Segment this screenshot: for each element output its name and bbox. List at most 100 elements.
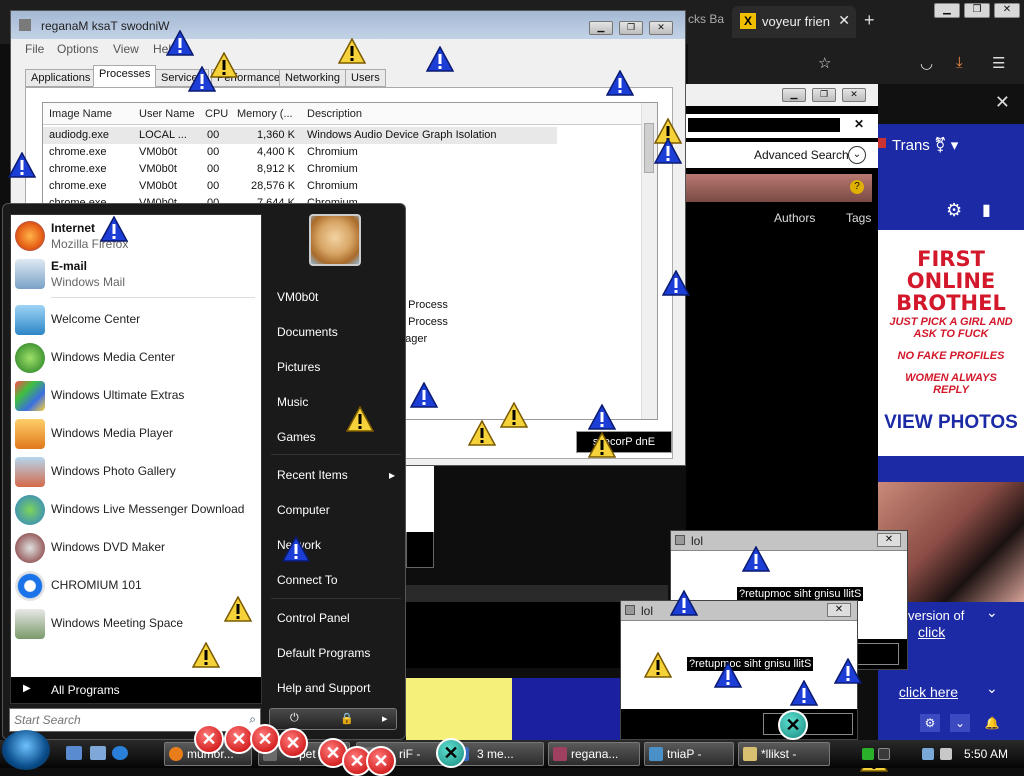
- view-photos-link[interactable]: VIEW PHOTOS: [878, 412, 1024, 434]
- column-authors[interactable]: Authors: [774, 211, 815, 225]
- tray-app-icon[interactable]: [878, 748, 890, 760]
- search-field[interactable]: ✕: [686, 114, 878, 138]
- ie-icon[interactable]: [112, 746, 128, 760]
- close-button[interactable]: ✕: [649, 21, 673, 35]
- chevron-down-icon[interactable]: ⌄: [986, 604, 998, 621]
- recent-items-link[interactable]: Recent Items: [277, 468, 395, 482]
- bell-icon[interactable]: 🔔: [982, 714, 1002, 732]
- program-item[interactable]: Windows Media Center: [11, 339, 261, 377]
- table-row[interactable]: chrome.exe VM0b0t 00 8,912 K Chromium: [43, 161, 557, 178]
- lock-icon[interactable]: 🔒: [340, 712, 354, 725]
- connect-to-link[interactable]: Connect To: [277, 573, 338, 587]
- user-avatar[interactable]: [309, 214, 361, 266]
- minimize-button[interactable]: ▁: [782, 88, 806, 102]
- start-button[interactable]: [2, 730, 50, 770]
- volume-icon[interactable]: [940, 748, 952, 760]
- show-desktop-icon[interactable]: [66, 746, 82, 760]
- music-link[interactable]: Music: [277, 395, 308, 409]
- control-panel-link[interactable]: Control Panel: [277, 611, 350, 625]
- settings-icon[interactable]: ⚙: [920, 714, 940, 732]
- power-icon[interactable]: ⏻: [290, 712, 299, 725]
- help-icon[interactable]: ?: [850, 180, 864, 194]
- computer-link[interactable]: Computer: [277, 503, 330, 517]
- browser-tab-partial[interactable]: cks Ba: [688, 12, 724, 26]
- chevron-down-icon[interactable]: ⌄: [986, 680, 998, 697]
- minimize-button[interactable]: ▁: [589, 21, 613, 35]
- program-item[interactable]: Windows Live Messenger Download: [11, 491, 261, 529]
- default-programs-link[interactable]: Default Programs: [277, 646, 370, 660]
- maximize-button[interactable]: ❐: [964, 3, 990, 18]
- media-center-icon: [15, 343, 45, 373]
- taskbar-button[interactable]: *llikst -: [738, 742, 830, 766]
- column-memory[interactable]: Memory (...: [237, 108, 293, 120]
- program-item[interactable]: Windows Ultimate Extras: [11, 377, 261, 415]
- ad-nav-label[interactable]: Trans ⚧ ▾: [892, 136, 958, 154]
- program-item[interactable]: Windows Media Player: [11, 415, 261, 453]
- close-button[interactable]: ✕: [827, 603, 851, 617]
- scrollbar-thumb[interactable]: [644, 123, 654, 173]
- search-icon[interactable]: ⌕: [249, 712, 256, 727]
- table-row[interactable]: chrome.exe VM0b0t 00 28,576 K Chromium: [43, 178, 557, 195]
- pictures-link[interactable]: Pictures: [277, 360, 320, 374]
- network-icon[interactable]: [922, 748, 934, 760]
- tab-networking[interactable]: Networking: [279, 69, 347, 87]
- bookmark-icon[interactable]: ▮: [982, 200, 991, 220]
- arrow-right-icon[interactable]: ▸: [382, 712, 388, 725]
- chevron-down-icon[interactable]: ⌄: [950, 714, 970, 732]
- tab-applications[interactable]: Applications: [25, 69, 97, 87]
- click-link[interactable]: click: [918, 624, 945, 640]
- click-here-link[interactable]: click here: [878, 684, 958, 700]
- star-icon[interactable]: ☆: [818, 54, 831, 72]
- column-user-name[interactable]: User Name: [139, 108, 195, 120]
- help-support-link[interactable]: Help and Support: [277, 681, 370, 695]
- close-button[interactable]: ✕: [994, 3, 1020, 18]
- advanced-search-link[interactable]: Advanced Search: [754, 148, 849, 162]
- table-row[interactable]: audiodg.exe LOCAL ... 00 1,360 K Windows…: [43, 127, 557, 144]
- tray-app-icon[interactable]: [862, 748, 874, 760]
- maximize-button[interactable]: ❐: [812, 88, 836, 102]
- browser-tab-active[interactable]: X voyeur frien ✕: [732, 6, 856, 38]
- warning-icon: [166, 30, 194, 56]
- chevron-down-icon[interactable]: ⌄: [848, 146, 866, 164]
- new-tab-button[interactable]: +: [864, 10, 875, 31]
- pinned-item-internet[interactable]: Internet Mozilla Firefox: [11, 217, 261, 255]
- all-programs-button[interactable]: ▶ All Programs: [11, 677, 261, 703]
- menu-file[interactable]: File: [25, 42, 44, 56]
- column-description[interactable]: Description: [307, 108, 362, 120]
- close-icon[interactable]: ✕: [995, 92, 1010, 113]
- minimize-button[interactable]: ▁: [934, 3, 960, 18]
- column-cpu[interactable]: CPU: [205, 108, 228, 120]
- ok-button[interactable]: [763, 713, 853, 735]
- taskbar-button[interactable]: tniaP -: [644, 742, 734, 766]
- pinned-item-email[interactable]: E-mail Windows Mail: [11, 255, 261, 293]
- gear-icon[interactable]: ⚙: [946, 200, 962, 221]
- menu-icon[interactable]: ☰: [992, 54, 1005, 72]
- switch-windows-icon[interactable]: [90, 746, 106, 760]
- clock[interactable]: 5:50 AM: [964, 747, 1008, 761]
- search-input[interactable]: [688, 118, 840, 132]
- warning-icon: [410, 382, 438, 408]
- column-image-name[interactable]: Image Name: [49, 108, 112, 120]
- table-row[interactable]: chrome.exe VM0b0t 00 4,400 K Chromium: [43, 144, 557, 161]
- games-link[interactable]: Games: [277, 430, 316, 444]
- download-icon[interactable]: ⤓: [956, 54, 963, 71]
- menu-options[interactable]: Options: [57, 42, 98, 56]
- program-item[interactable]: Windows Photo Gallery: [11, 453, 261, 491]
- menu-view[interactable]: View: [113, 42, 139, 56]
- documents-link[interactable]: Documents: [277, 325, 338, 339]
- pocket-icon[interactable]: ◡: [920, 54, 933, 72]
- start-search-box[interactable]: ⌕: [9, 708, 261, 732]
- clear-icon[interactable]: ✕: [854, 117, 864, 131]
- column-tags[interactable]: Tags: [846, 211, 871, 225]
- tab-processes[interactable]: Processes: [93, 65, 157, 87]
- close-button[interactable]: ✕: [877, 533, 901, 547]
- close-tab-icon[interactable]: ✕: [838, 12, 850, 29]
- warning-icon: [588, 432, 616, 458]
- user-name-link[interactable]: VM0b0t: [277, 290, 318, 304]
- maximize-button[interactable]: ❐: [619, 21, 643, 35]
- close-button[interactable]: ✕: [842, 88, 866, 102]
- taskbar-button[interactable]: regana...: [548, 742, 640, 766]
- program-item[interactable]: Windows DVD Maker: [11, 529, 261, 567]
- tab-users[interactable]: Users: [345, 69, 386, 87]
- program-item[interactable]: Welcome Center: [11, 301, 261, 339]
